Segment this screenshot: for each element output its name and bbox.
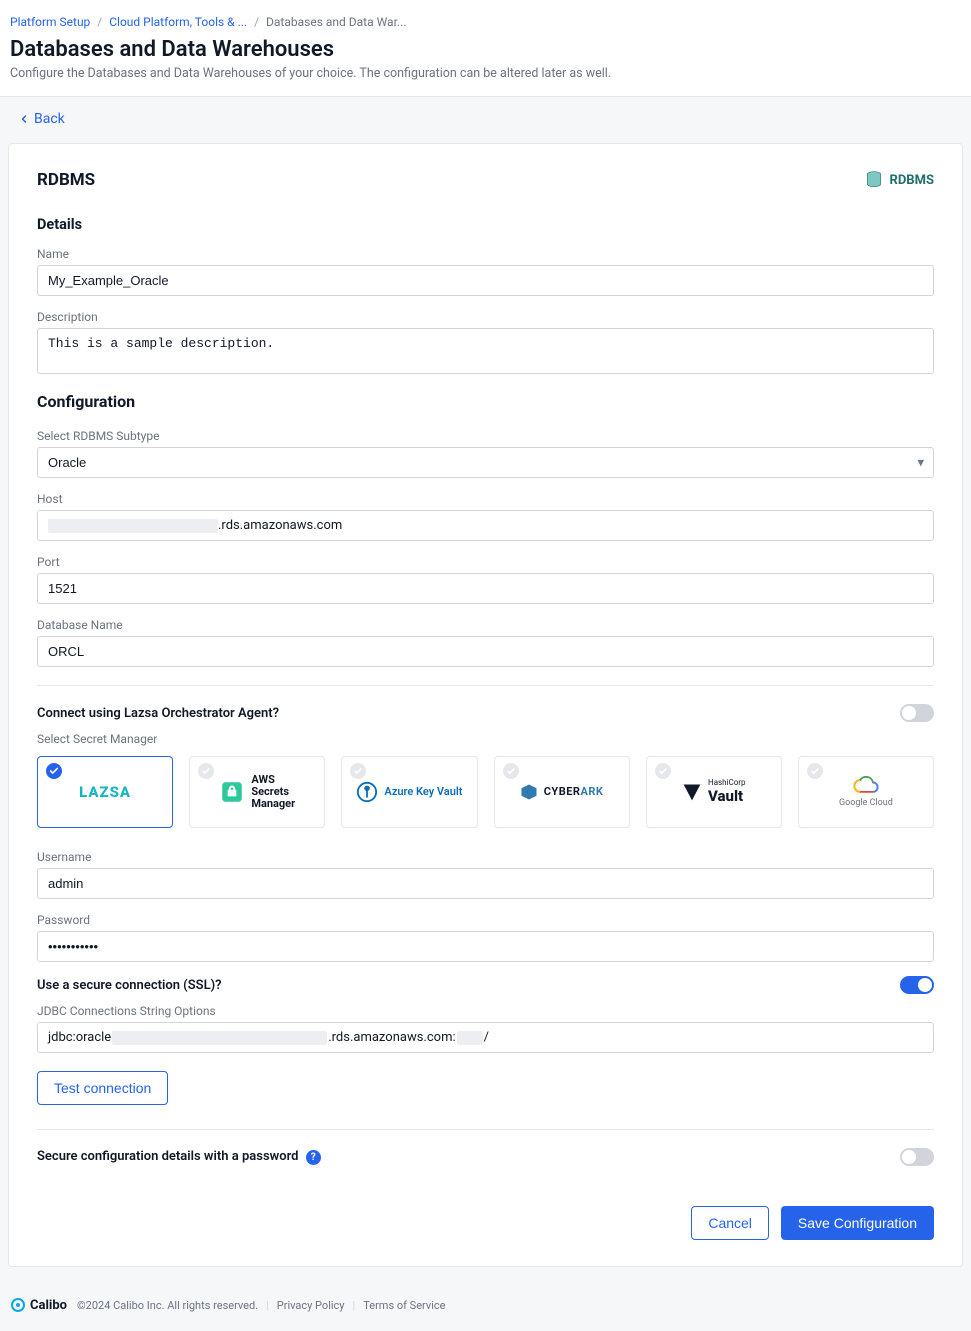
card-title: RDBMS xyxy=(37,170,95,190)
dbname-label: Database Name xyxy=(37,618,934,632)
secret-aws[interactable]: AWS Secrets Manager xyxy=(189,756,325,828)
breadcrumb-3: Databases and Data War... xyxy=(266,15,406,29)
secret-vault[interactable]: HashiCorp Vault xyxy=(646,756,782,828)
cancel-button[interactable]: Cancel xyxy=(691,1206,769,1240)
dbname-input[interactable] xyxy=(37,636,934,667)
check-icon xyxy=(198,763,214,779)
check-icon xyxy=(350,763,366,779)
jdbc-input[interactable]: jdbc:oracle.rds.amazonaws.com:/ xyxy=(37,1022,934,1053)
description-input[interactable]: This is a sample description. xyxy=(37,328,934,374)
cyberark-icon xyxy=(520,783,538,801)
password-input[interactable] xyxy=(37,931,934,962)
check-icon xyxy=(46,763,62,779)
check-icon xyxy=(655,763,671,779)
secret-lazsa[interactable]: LAZSA xyxy=(37,756,173,828)
google-cloud-icon xyxy=(852,776,880,796)
ssl-toggle[interactable] xyxy=(900,976,934,994)
rdbms-card: RDBMS RDBMS Details Name Description Thi… xyxy=(8,143,963,1267)
name-label: Name xyxy=(37,247,934,261)
ssl-question: Use a secure connection (SSL)? xyxy=(37,978,222,993)
footer: Calibo ©2024 Calibo Inc. All rights rese… xyxy=(0,1285,971,1331)
secret-azure[interactable]: Azure Key Vault xyxy=(341,756,477,828)
name-input[interactable] xyxy=(37,265,934,296)
brand-logo: Calibo xyxy=(10,1297,67,1313)
secret-gcloud[interactable]: Google Cloud xyxy=(798,756,934,828)
breadcrumb-1[interactable]: Platform Setup xyxy=(10,15,90,29)
chevron-left-icon xyxy=(18,113,30,125)
back-button[interactable]: Back xyxy=(18,111,65,127)
orchestrator-toggle[interactable] xyxy=(900,704,934,722)
subtype-label: Select RDBMS Subtype xyxy=(37,429,934,443)
password-label: Password xyxy=(37,913,934,927)
secret-cyberark[interactable]: CYBERARK xyxy=(494,756,630,828)
check-icon xyxy=(807,763,823,779)
secure-question: Secure configuration details with a pass… xyxy=(37,1149,321,1165)
test-connection-button[interactable]: Test connection xyxy=(37,1071,168,1105)
description-label: Description xyxy=(37,310,934,324)
calibo-icon xyxy=(10,1297,26,1313)
orchestrator-question: Connect using Lazsa Orchestrator Agent? xyxy=(37,706,279,721)
save-configuration-button[interactable]: Save Configuration xyxy=(781,1206,934,1240)
database-icon xyxy=(864,170,884,190)
breadcrumb-2[interactable]: Cloud Platform, Tools & ... xyxy=(109,15,247,29)
details-heading: Details xyxy=(37,216,934,233)
page-title: Databases and Data Warehouses xyxy=(10,37,961,62)
page-subtitle: Configure the Databases and Data Warehou… xyxy=(10,66,961,81)
check-icon xyxy=(503,763,519,779)
port-input[interactable] xyxy=(37,573,934,604)
jdbc-label: JDBC Connections String Options xyxy=(37,1004,934,1018)
rdbms-tag: RDBMS xyxy=(864,170,934,190)
copyright: ©2024 Calibo Inc. All rights reserved. xyxy=(77,1299,258,1312)
username-input[interactable] xyxy=(37,868,934,899)
port-label: Port xyxy=(37,555,934,569)
vault-icon xyxy=(682,782,702,802)
azure-keyvault-icon xyxy=(356,781,378,803)
breadcrumb: Platform Setup / Cloud Platform, Tools &… xyxy=(10,15,961,29)
subtype-select[interactable]: Oracle xyxy=(37,447,934,478)
host-input[interactable]: .rds.amazonaws.com xyxy=(37,510,934,541)
secret-manager-label: Select Secret Manager xyxy=(37,732,934,746)
host-label: Host xyxy=(37,492,934,506)
secure-toggle[interactable] xyxy=(900,1148,934,1166)
configuration-heading: Configuration xyxy=(37,392,934,411)
terms-link[interactable]: Terms of Service xyxy=(363,1299,445,1312)
aws-secrets-icon xyxy=(219,779,245,805)
username-label: Username xyxy=(37,850,934,864)
info-icon[interactable]: ? xyxy=(306,1150,321,1165)
privacy-link[interactable]: Privacy Policy xyxy=(277,1299,345,1312)
